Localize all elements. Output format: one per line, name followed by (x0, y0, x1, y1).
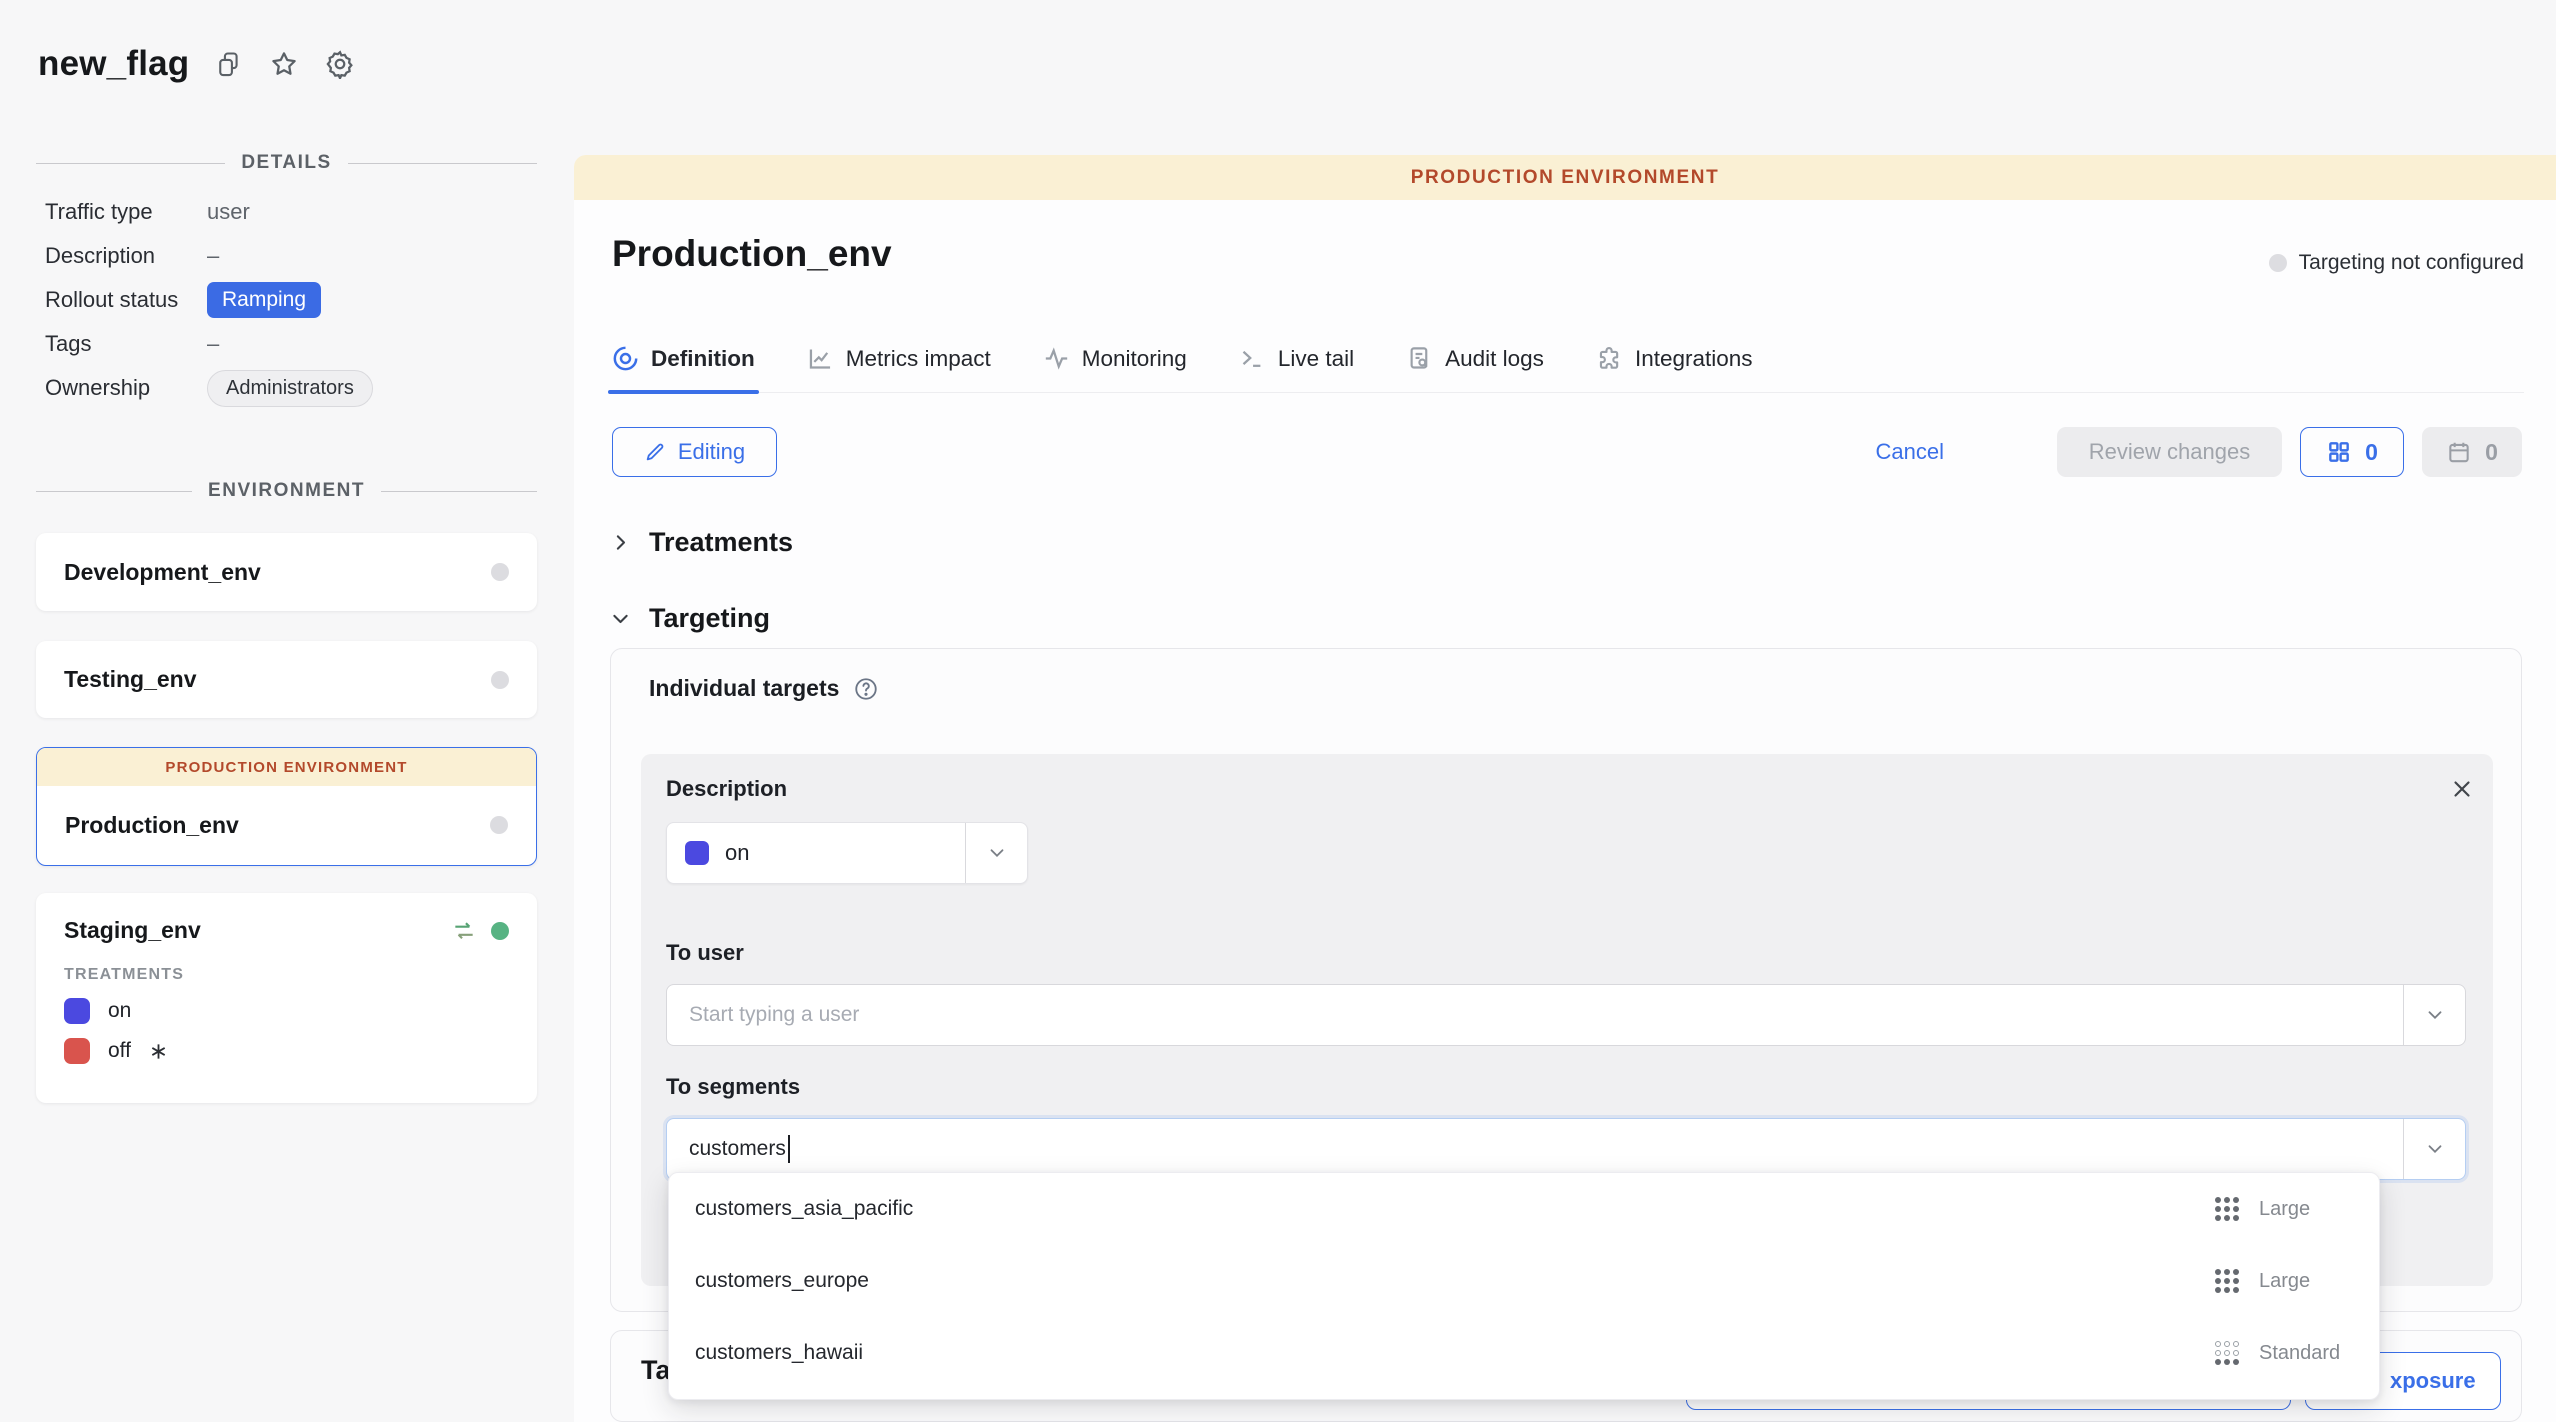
tab-bar: Definition Metrics impact Monitoring (612, 333, 2524, 393)
env-card-development[interactable]: Development_env (36, 533, 537, 611)
definition-icon (612, 345, 639, 372)
tab-live-tail[interactable]: Live tail (1239, 333, 1354, 392)
environment-heading: ENVIRONMENT (36, 480, 537, 502)
gear-icon[interactable] (325, 49, 355, 79)
detail-row-traffic-type: Traffic type user (45, 190, 537, 234)
segment-size-label: Large (2259, 1198, 2355, 1221)
env-status-dot (491, 563, 509, 581)
env-card-testing[interactable]: Testing_env (36, 641, 537, 718)
star-icon[interactable] (269, 49, 299, 79)
treatment-off-row: off (64, 1038, 509, 1064)
audit-logs-icon (1406, 345, 1433, 372)
chevron-right-icon (610, 532, 631, 553)
segment-option-hawaii[interactable]: customers_hawaii Standard (669, 1317, 2379, 1389)
treatment-on-row: on (64, 998, 509, 1024)
pencil-icon (644, 441, 666, 463)
env-active-dot (491, 922, 509, 940)
copy-icon[interactable] (215, 50, 243, 78)
live-tail-icon (1239, 345, 1266, 372)
tab-monitoring[interactable]: Monitoring (1043, 333, 1187, 392)
treatment-off-swatch (64, 1038, 90, 1064)
treatment-on-swatch (64, 998, 90, 1024)
toolbar: Editing Cancel Review changes 0 0 (612, 427, 2524, 479)
env-status-dot (491, 671, 509, 689)
detail-row-ownership: Ownership Administrators (45, 366, 537, 410)
layout-changes-count-button[interactable]: 0 (2300, 427, 2404, 477)
to-segments-input-value: customers (689, 1137, 786, 1161)
editing-button[interactable]: Editing (612, 427, 777, 477)
env-status-dot (490, 816, 508, 834)
to-user-field (666, 984, 2466, 1046)
section-treatments-toggle[interactable]: Treatments (610, 527, 793, 558)
text-cursor (788, 1135, 790, 1163)
details-rows: Traffic type user Description – Rollout … (45, 190, 537, 410)
to-user-input[interactable] (667, 985, 2403, 1045)
detail-row-description: Description – (45, 234, 537, 278)
segment-grid-filled-icon (2215, 1269, 2239, 1293)
detail-row-tags: Tags – (45, 322, 537, 366)
chevron-down-icon (610, 608, 631, 629)
tab-integrations[interactable]: Integrations (1596, 333, 1753, 392)
rollout-status-badge: Ramping (207, 282, 321, 318)
to-segments-field[interactable]: customers (666, 1118, 2466, 1180)
individual-targets-heading: Individual targets (649, 675, 879, 702)
default-treatment-asterisk-icon (149, 1042, 168, 1061)
integrations-icon (1596, 345, 1623, 372)
review-changes-button[interactable]: Review changes (2057, 427, 2282, 477)
cancel-link[interactable]: Cancel (1876, 439, 1944, 465)
description-label: Description (666, 776, 787, 802)
treatments-heading: TREATMENTS (64, 966, 509, 984)
swap-arrows-icon (451, 918, 477, 944)
to-user-label: To user (666, 940, 744, 966)
treatment-select[interactable]: on (666, 822, 1028, 884)
segment-option-europe[interactable]: customers_europe Large (669, 1245, 2379, 1317)
sidebar: new_flag DETAILS Traffic type user (0, 0, 574, 1422)
segment-grid-partial-icon (2215, 1341, 2239, 1365)
section-targeting-toggle[interactable]: Targeting (610, 603, 770, 634)
targeting-rules-heading-fragment: Ta (641, 1355, 671, 1386)
segment-grid-filled-icon (2215, 1197, 2239, 1221)
to-segments-label: To segments (666, 1074, 800, 1100)
environment-title: Production_env (612, 233, 892, 275)
tab-audit-logs[interactable]: Audit logs (1406, 333, 1544, 392)
segment-option-asia-pacific[interactable]: customers_asia_pacific Large (669, 1173, 2379, 1245)
treatment-on-swatch (685, 841, 709, 865)
segment-size-label: Standard (2259, 1342, 2355, 1365)
status-dot (2269, 254, 2287, 272)
treatment-select-value: on (725, 840, 965, 866)
tab-metrics-impact[interactable]: Metrics impact (807, 333, 991, 392)
env-card-production[interactable]: PRODUCTION ENVIRONMENT Production_env (36, 747, 537, 866)
calendar-icon (2446, 439, 2472, 465)
segments-dropdown: customers_asia_pacific Large customers_e… (668, 1172, 2380, 1400)
chevron-down-icon[interactable] (2403, 1119, 2465, 1179)
metrics-impact-icon (807, 345, 834, 372)
grid-icon (2326, 439, 2352, 465)
production-environment-banner: PRODUCTION ENVIRONMENT (37, 748, 536, 786)
help-icon[interactable] (853, 676, 879, 702)
segment-size-label: Large (2259, 1270, 2355, 1293)
tab-definition[interactable]: Definition (612, 333, 755, 392)
schedule-count-button[interactable]: 0 (2422, 427, 2522, 477)
production-environment-banner: PRODUCTION ENVIRONMENT (574, 155, 2556, 200)
chevron-down-icon[interactable] (965, 823, 1027, 883)
targeting-status: Targeting not configured (2269, 251, 2524, 275)
flag-title: new_flag (38, 44, 189, 84)
chevron-down-icon[interactable] (2403, 985, 2465, 1045)
details-heading: DETAILS (36, 152, 537, 174)
monitoring-icon (1043, 345, 1070, 372)
flag-header: new_flag (38, 44, 355, 84)
env-card-staging[interactable]: Staging_env TREATMENTS on off (36, 893, 537, 1103)
close-icon[interactable] (2449, 776, 2475, 802)
ownership-pill: Administrators (207, 370, 373, 407)
detail-row-rollout-status: Rollout status Ramping (45, 278, 537, 322)
